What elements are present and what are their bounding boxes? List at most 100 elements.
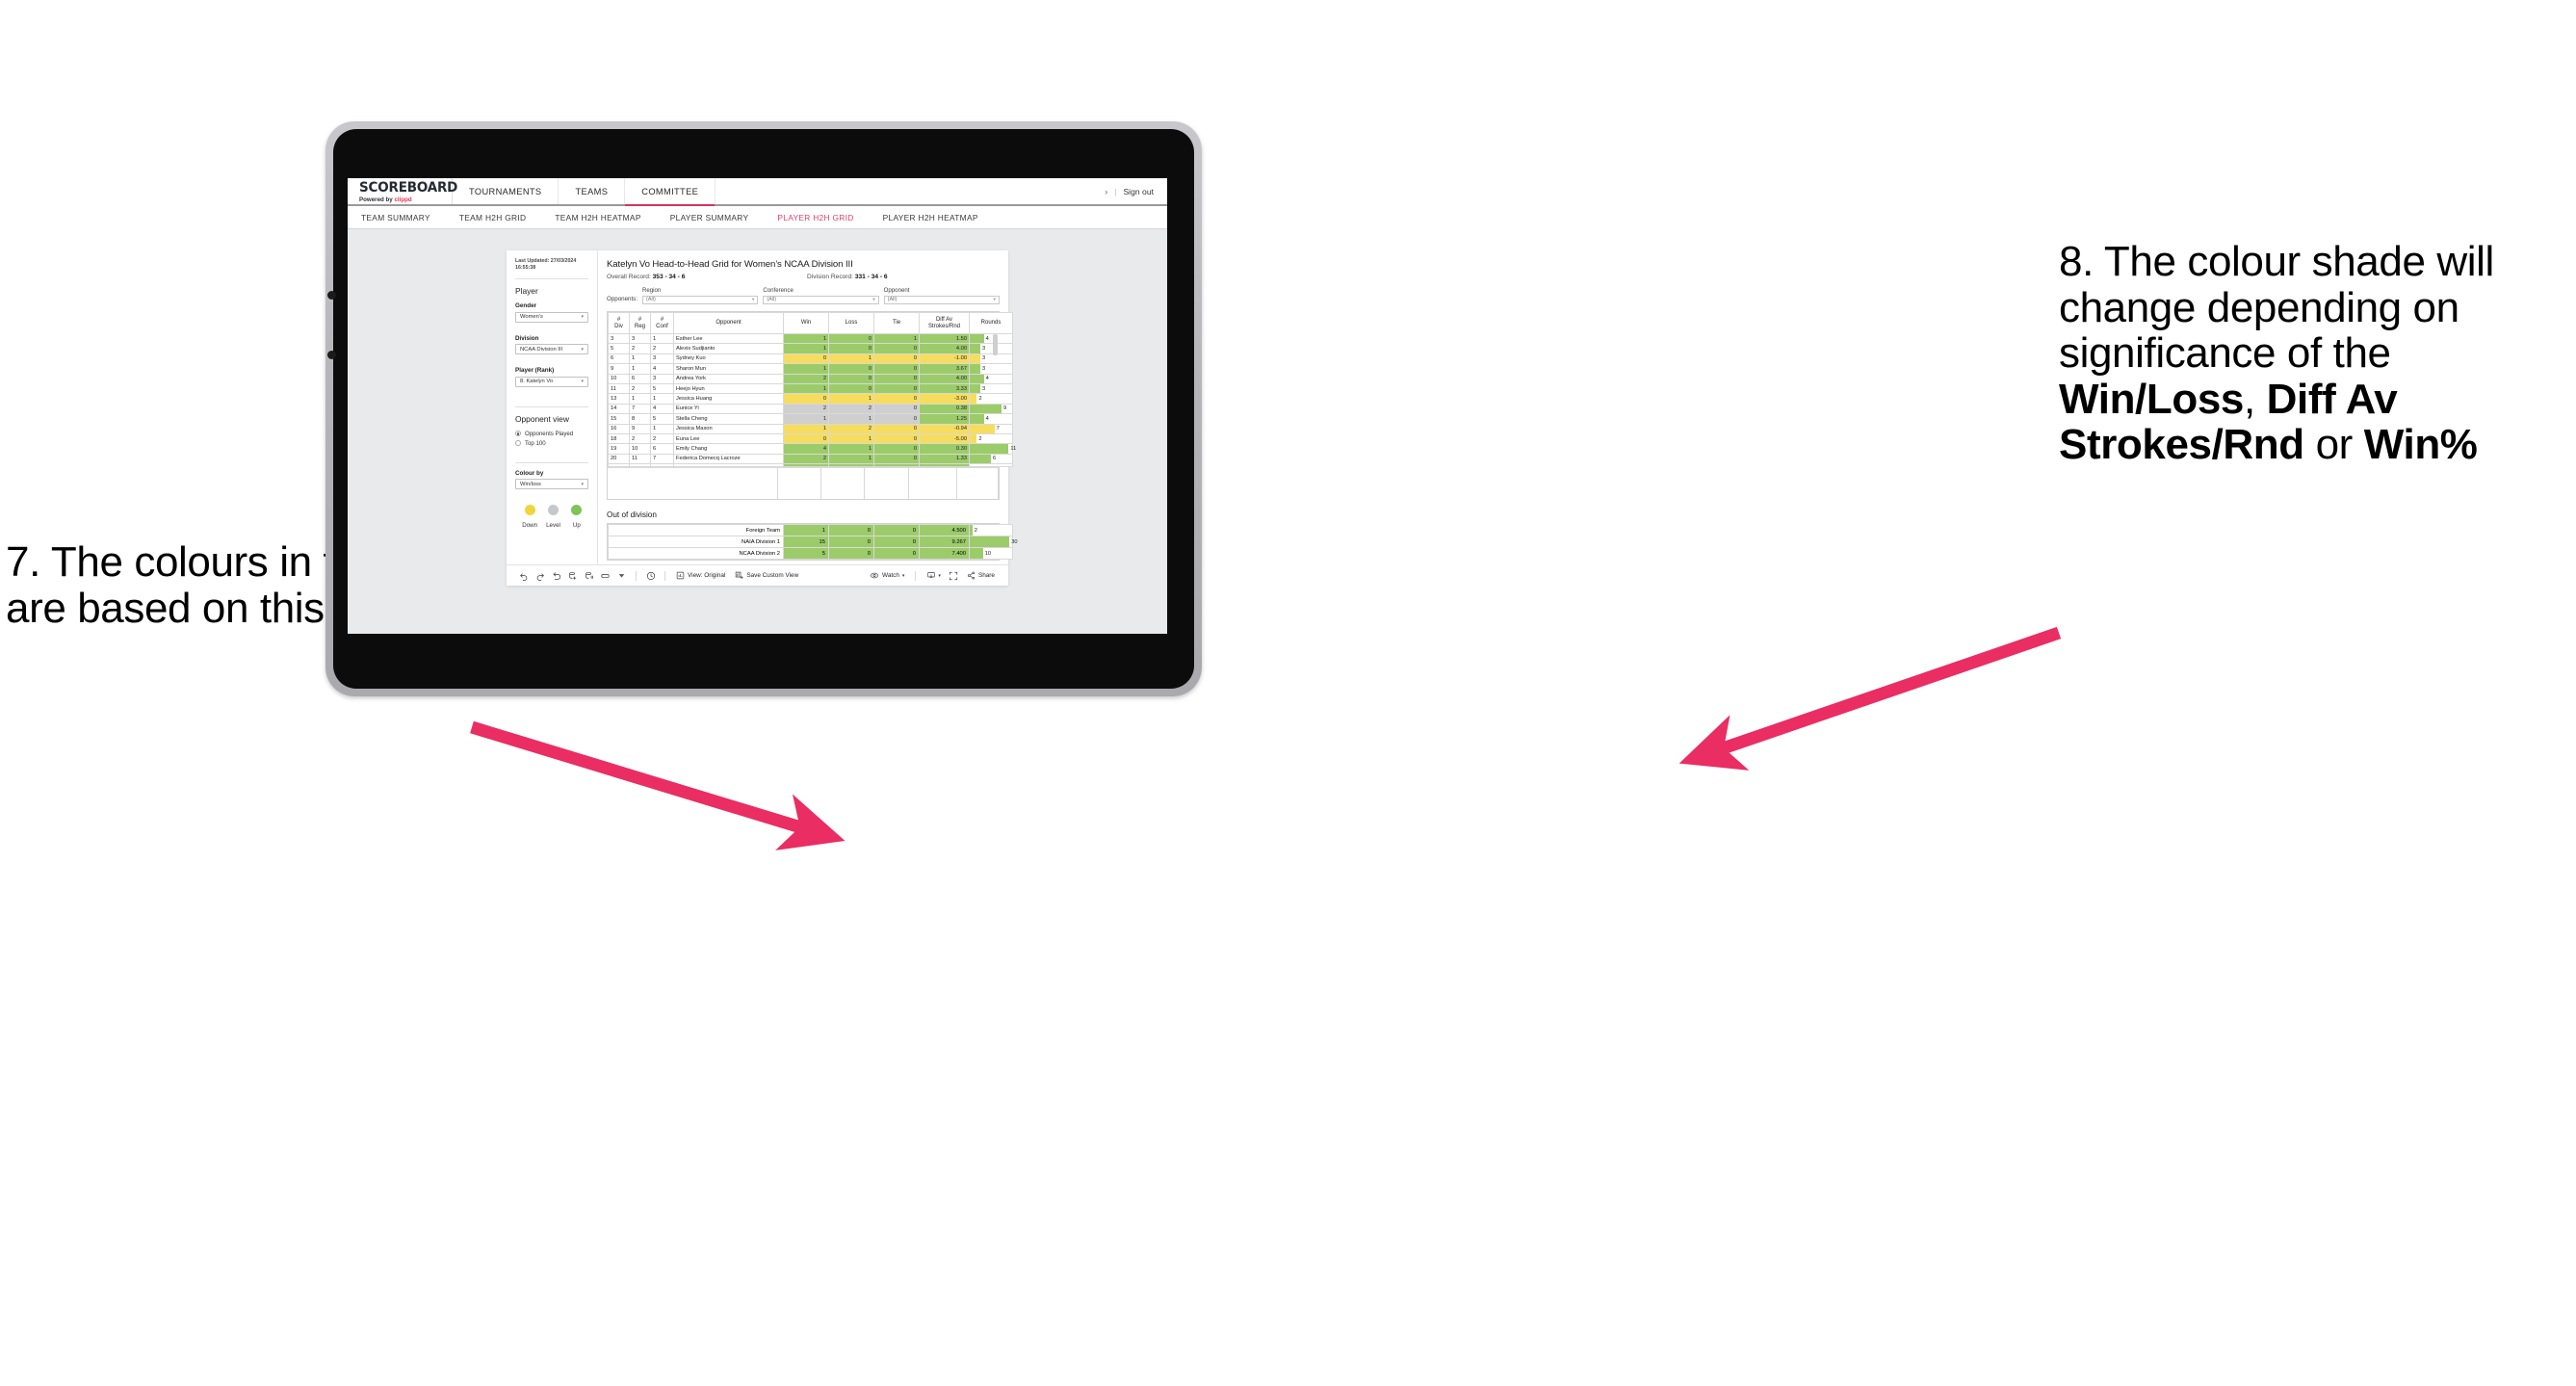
cell-conf[interactable]: 5 [650,382,674,395]
cell-opponent[interactable]: Eunice Yi [673,403,784,415]
cell-opponent[interactable]: Jessica Huang [673,393,784,405]
table-row[interactable]: Foreign Team 1 0 0 4.500 2 [608,524,1013,537]
cell-tie[interactable]: 0 [873,343,920,354]
region-filter-select[interactable]: (All) ▾ [642,295,759,304]
colour-by-select[interactable]: Win/loss ▾ [515,479,588,490]
cell-loss[interactable]: 2 [828,423,874,434]
redo-icon[interactable] [532,571,548,581]
cell-conf[interactable]: 3 [650,373,674,384]
cell-reg[interactable]: 2 [629,432,651,445]
cell-loss[interactable]: 0 [828,547,874,561]
refresh-icon[interactable] [564,571,581,581]
cell-tie[interactable]: 0 [873,453,920,465]
cell-opponent[interactable]: Stella Cheng [673,413,784,425]
download-button[interactable]: ▾ [922,571,946,580]
cell-rounds[interactable]: 7 [969,423,1013,434]
cell-win[interactable]: 2 [783,453,829,465]
cell-opponent[interactable]: Heejo Hyun [673,382,784,395]
cell-loss[interactable]: 1 [828,432,874,445]
cell-loss[interactable]: 0 [828,343,874,354]
cell-reg[interactable]: 6 [629,373,651,384]
cell-diff[interactable]: -0.94 [919,423,970,434]
cell-rounds[interactable]: 4 [969,373,1013,384]
col-loss[interactable]: Loss [828,312,874,334]
cell-diff[interactable]: -5.00 [919,432,970,445]
grid-scrollbar-thumb[interactable] [993,334,998,355]
cell-tie[interactable]: 0 [873,423,920,434]
cell-win[interactable]: 1 [783,343,829,354]
cell-diff[interactable]: -1.00 [919,353,970,365]
cell-tie[interactable]: 0 [873,393,920,405]
cell-div[interactable]: 13 [608,393,630,405]
undo-icon[interactable] [515,571,532,581]
cell-diff[interactable]: -3.00 [919,393,970,405]
cell-rounds[interactable]: 6 [969,453,1013,465]
cell-group-name[interactable]: NCAA Division 2 [608,547,784,561]
conference-filter-select[interactable]: (All) ▾ [763,295,879,304]
cell-diff[interactable]: 1.50 [919,332,970,345]
cell-diff[interactable]: 0.38 [919,403,970,415]
cell-rounds[interactable]: 10 [969,547,1013,561]
cell-win[interactable]: 0 [783,393,829,405]
table-row[interactable]: 15 8 5 Stella Cheng 1 1 0 1.25 4 [608,413,1013,425]
cell-conf[interactable]: 5 [650,413,674,425]
cell-diff[interactable]: 4.00 [919,343,970,354]
save-custom-view-button[interactable]: Save Custom View [730,571,803,580]
cell-rounds[interactable]: 3 [969,382,1013,395]
revert-icon[interactable] [548,571,564,581]
cell-conf[interactable]: 2 [650,343,674,354]
player-rank-select[interactable]: 8. Katelyn Vo ▾ [515,376,588,387]
cell-loss[interactable]: 1 [828,413,874,425]
division-select[interactable]: NCAA Division III ▾ [515,344,588,355]
cell-rounds[interactable]: 3 [969,353,1013,365]
cell-conf[interactable]: 6 [650,443,674,455]
subnav-item-team-h2h-grid[interactable]: TEAM H2H GRID [445,213,541,222]
table-row[interactable]: NCAA Division 2 5 0 0 7.400 10 [608,547,1013,561]
cell-loss[interactable]: 0 [828,373,874,384]
cell-reg[interactable]: 7 [629,403,651,415]
cell-reg[interactable]: 1 [629,353,651,365]
cell-opponent[interactable]: Emily Chang [673,443,784,455]
col-tie[interactable]: Tie [873,312,920,334]
subnav-item-player-h2h-grid[interactable]: PLAYER H2H GRID [763,213,868,222]
table-row[interactable]: 6 1 3 Sydney Kuo 0 1 0 -1.00 3 [608,353,1013,365]
cell-diff[interactable]: 3.33 [919,382,970,395]
cell-conf[interactable]: 2 [650,432,674,445]
cell-diff[interactable]: 7.400 [919,547,970,561]
cell-tie[interactable]: 0 [873,536,920,549]
table-row[interactable]: 14 7 4 Eunice Yi 2 2 0 0.38 9 [608,403,1013,415]
cell-tie[interactable]: 0 [873,443,920,455]
cell-reg[interactable]: 8 [629,413,651,425]
nav-item-committee[interactable]: COMMITTEE [625,178,716,206]
col-conf[interactable]: # Conf [650,312,674,334]
table-row[interactable]: 20 11 7 Federica Domecq Lacroze 2 1 0 1.33 6 [608,453,1013,465]
cell-loss[interactable]: 0 [828,382,874,395]
cell-opponent[interactable]: Jessica Mason [673,423,784,434]
cell-div[interactable]: 10 [608,373,630,384]
cell-div[interactable]: 11 [608,382,630,395]
table-row[interactable]: 11 2 5 Heejo Hyun 1 0 0 3.33 3 [608,382,1013,395]
cell-loss[interactable]: 2 [828,403,874,415]
cell-win[interactable]: 1 [783,423,829,434]
table-row[interactable]: 3 3 1 Esther Lee 1 0 1 1.50 4 [608,332,1013,345]
cell-win[interactable]: 5 [783,547,829,561]
cell-tie[interactable]: 0 [873,547,920,561]
cell-reg[interactable]: 1 [629,393,651,405]
cell-diff[interactable]: 0.30 [919,443,970,455]
radio-top-100[interactable]: Top 100 [515,440,588,447]
cell-div[interactable]: 20 [608,453,630,465]
brand-logo[interactable]: SCOREBOARD Powered by clippd [348,178,457,204]
table-row[interactable]: 9 1 4 Sharon Mun 1 0 0 3.67 3 [608,363,1013,375]
cell-win[interactable]: 2 [783,403,829,415]
sign-out-link[interactable]: Sign out [1123,187,1154,196]
cell-reg[interactable]: 2 [629,343,651,354]
col-rounds[interactable]: Rounds [969,312,1013,334]
cell-rounds[interactable]: 4 [969,332,1013,345]
cell-reg[interactable]: 1 [629,363,651,375]
radio-opponents-played[interactable]: Opponents Played [515,431,588,437]
cell-loss[interactable]: 0 [828,536,874,549]
fullscreen-icon[interactable] [946,571,962,581]
cell-opponent[interactable]: Esther Lee [673,332,784,345]
cell-div[interactable]: 15 [608,413,630,425]
cell-loss[interactable]: 0 [828,363,874,375]
